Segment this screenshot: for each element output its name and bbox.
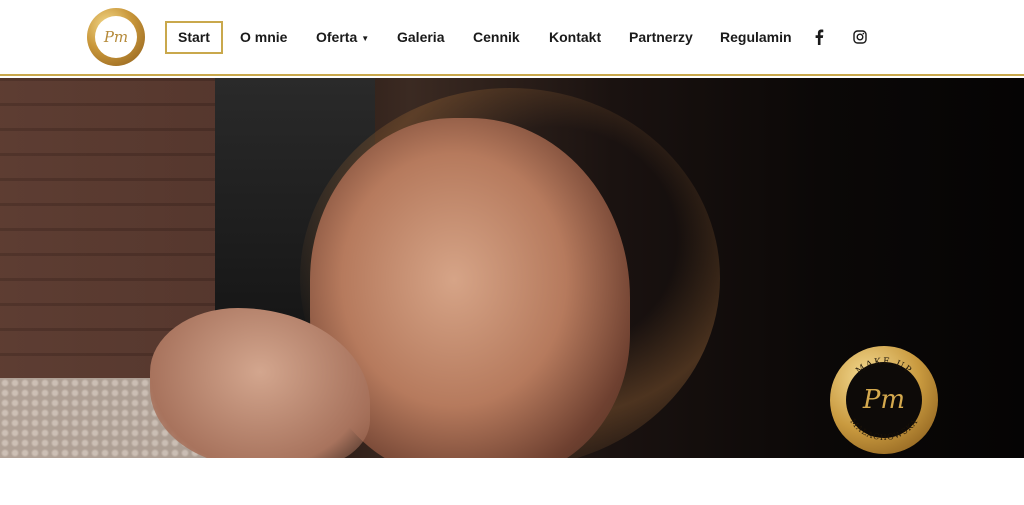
svg-text:MALACHOWSKA: MALACHOWSKA — [848, 417, 919, 442]
facebook-icon[interactable] — [811, 29, 827, 45]
logo-monogram: Pm — [103, 28, 129, 46]
nav-item-oferta[interactable]: Oferta ▼ — [316, 21, 369, 54]
chevron-down-icon: ▼ — [361, 33, 370, 43]
site-header: Pm Start O mnie Oferta ▼ Galeria Cennik K… — [0, 0, 1024, 76]
nav-item-o-mnie[interactable]: O mnie — [240, 21, 287, 54]
logo[interactable]: Pm — [87, 8, 145, 66]
nav-item-regulamin[interactable]: Regulamin — [720, 21, 792, 54]
nav-item-start[interactable]: Start — [165, 21, 223, 54]
hero-image: MAKE UP MALACHOWSKA Pm — [0, 78, 1024, 458]
nav-item-kontakt[interactable]: Kontakt — [549, 21, 601, 54]
nav-item-cennik[interactable]: Cennik — [473, 21, 520, 54]
svg-text:MAKE UP: MAKE UP — [854, 357, 913, 377]
badge-ring-text: MAKE UP MALACHOWSKA — [848, 357, 919, 442]
nav-item-partnerzy[interactable]: Partnerzy — [629, 21, 693, 54]
instagram-icon[interactable] — [852, 29, 868, 45]
nav-item-oferta-label: Oferta — [316, 29, 358, 45]
brand-badge: MAKE UP MALACHOWSKA Pm — [830, 346, 938, 454]
nav-item-galeria[interactable]: Galeria — [397, 21, 444, 54]
